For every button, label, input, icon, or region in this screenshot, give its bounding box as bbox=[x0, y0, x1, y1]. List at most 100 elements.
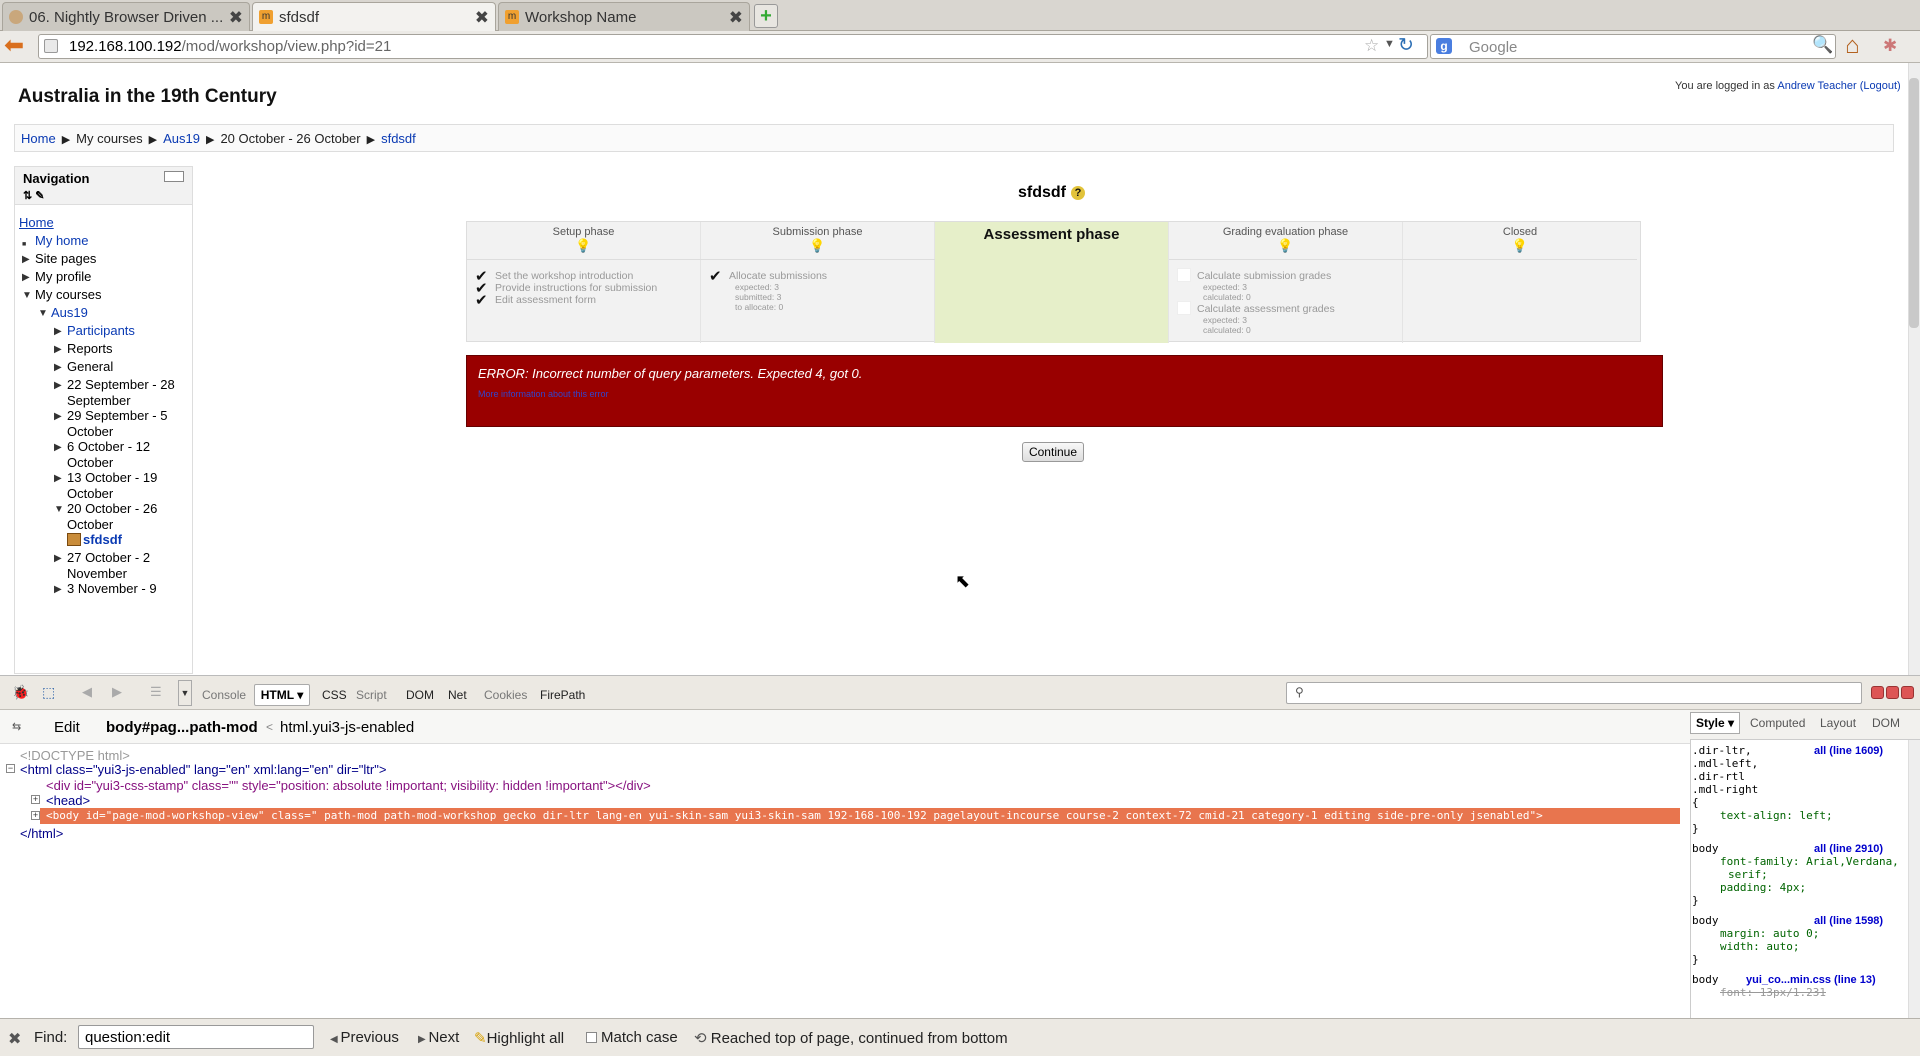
find-input[interactable]: question:edit bbox=[78, 1025, 314, 1049]
nav-week-13oct[interactable]: ▶ 13 October - 19 October bbox=[54, 470, 187, 502]
tab-css[interactable]: CSS bbox=[322, 688, 347, 702]
move-block-icon[interactable]: ⇅ ✎ bbox=[23, 189, 45, 202]
tab-script[interactable]: Script bbox=[356, 688, 387, 702]
html-line-body-selected[interactable]: <body id="page-mod-workshop-view" class=… bbox=[40, 808, 1680, 824]
expand-node-icon[interactable]: + bbox=[31, 795, 40, 804]
close-tab-icon[interactable]: ✖ bbox=[729, 8, 743, 28]
css-source-link[interactable]: all (line 1609) bbox=[1814, 745, 1883, 757]
site-identity-icon[interactable] bbox=[44, 39, 58, 53]
firebug-icon[interactable]: 🐞 bbox=[12, 684, 29, 701]
list-icon[interactable]: ☰ bbox=[150, 684, 162, 700]
path-parent-node[interactable]: html.yui3-js-enabled bbox=[280, 719, 414, 736]
dock-block-icon[interactable] bbox=[164, 171, 184, 182]
tab-firepath[interactable]: FirePath bbox=[540, 688, 585, 702]
nav-week-29sep[interactable]: ▶ 29 September - 5 October bbox=[54, 408, 187, 440]
tab-nightly[interactable]: 06. Nightly Browser Driven ... ✖ bbox=[2, 2, 250, 31]
nav-home[interactable]: Home bbox=[19, 215, 54, 231]
css-property[interactable]: text-align: left; bbox=[1720, 809, 1833, 822]
expand-node-icon[interactable]: + bbox=[31, 811, 40, 820]
tab-side-dom[interactable]: DOM bbox=[1872, 716, 1900, 730]
find-next-button[interactable]: ▶ Next bbox=[418, 1029, 459, 1046]
highlight-all-button[interactable]: ✎Highlight all bbox=[474, 1029, 564, 1047]
back-arrow-icon[interactable]: ⬅ bbox=[4, 34, 30, 59]
search-engine-icon[interactable]: g bbox=[1436, 38, 1452, 54]
close-tab-icon[interactable]: ✖ bbox=[475, 8, 489, 28]
nav-my-home[interactable]: ■ My home bbox=[22, 233, 88, 249]
tab-html[interactable]: HTML ▾ bbox=[254, 684, 310, 706]
url-bar[interactable]: 192.168.100.192/mod/workshop/view.php?id… bbox=[38, 34, 1428, 59]
error-more-info-link[interactable]: More information about this error bbox=[478, 389, 1662, 399]
nav-course-aus19[interactable]: ▼ Aus19 bbox=[38, 305, 88, 321]
inspect-icon[interactable]: ⬚ bbox=[42, 684, 55, 701]
minimize-icon[interactable] bbox=[1871, 686, 1884, 699]
logout-link[interactable]: (Logout) bbox=[1860, 80, 1901, 92]
nav-week-6oct[interactable]: ▶ 6 October - 12 October bbox=[54, 439, 187, 471]
tab-dom[interactable]: DOM bbox=[406, 688, 434, 702]
search-icon[interactable]: 🔍 bbox=[1812, 35, 1833, 55]
breadcrumb-course[interactable]: Aus19 bbox=[163, 131, 200, 146]
css-property[interactable]: margin: auto 0; bbox=[1720, 927, 1819, 940]
task-label[interactable]: Provide instructions for submission bbox=[495, 282, 657, 294]
edit-button[interactable]: Edit bbox=[54, 719, 80, 736]
css-property[interactable]: font-family: Arial,Verdana, bbox=[1720, 855, 1899, 868]
detach-icon[interactable] bbox=[1886, 686, 1899, 699]
path-current-node[interactable]: body#pag...path-mod bbox=[106, 719, 258, 736]
tab-computed[interactable]: Computed bbox=[1750, 716, 1805, 730]
nav-week-3nov[interactable]: ▶ 3 November - 9 bbox=[54, 581, 187, 597]
close-findbar-icon[interactable]: ✖ bbox=[8, 1029, 21, 1049]
breadcrumb-workshop[interactable]: sfdsdf bbox=[381, 131, 416, 146]
css-source-link[interactable]: all (line 2910) bbox=[1814, 843, 1883, 855]
back-icon[interactable]: ◀ bbox=[82, 684, 92, 700]
html-line-html[interactable]: <html class="yui3-js-enabled" lang="en" … bbox=[20, 762, 386, 777]
find-previous-button[interactable]: ◀ Previous bbox=[330, 1029, 399, 1046]
path-scroll-icon[interactable]: ⇆ bbox=[12, 720, 21, 733]
reload-icon[interactable]: ↻ bbox=[1398, 34, 1414, 57]
collapse-node-icon[interactable]: − bbox=[6, 764, 15, 773]
tab-sfdsdf[interactable]: m sfdsdf ✖ bbox=[252, 2, 496, 32]
nav-participants[interactable]: ▶ Participants bbox=[54, 323, 135, 339]
web-search-input[interactable]: Google bbox=[1430, 34, 1836, 59]
nav-site-pages[interactable]: ▶ Site pages bbox=[22, 251, 96, 267]
new-tab-button[interactable]: + bbox=[754, 4, 778, 28]
help-icon[interactable]: ? bbox=[1071, 186, 1085, 200]
nav-my-profile[interactable]: ▶ My profile bbox=[22, 269, 91, 285]
nav-week-22sep[interactable]: ▶ 22 September - 28 September bbox=[54, 377, 187, 409]
css-source-link[interactable]: yui_co...min.css (line 13) bbox=[1746, 974, 1876, 986]
switch-phase-bulb-icon[interactable]: 💡 bbox=[467, 238, 700, 254]
close-firebug-icon[interactable] bbox=[1901, 686, 1914, 699]
nav-reports[interactable]: ▶ Reports bbox=[54, 341, 113, 357]
panel-menu-icon[interactable]: ▼ bbox=[178, 680, 192, 706]
history-dropdown-icon[interactable]: ▼ bbox=[1384, 38, 1395, 50]
switch-phase-bulb-icon[interactable]: 💡 bbox=[1403, 238, 1637, 254]
firebug-search-input[interactable]: ⚲ bbox=[1286, 682, 1862, 704]
user-link[interactable]: Andrew Teacher bbox=[1777, 80, 1856, 92]
nav-my-courses[interactable]: ▼ My courses bbox=[22, 287, 101, 303]
task-label[interactable]: Edit assessment form bbox=[495, 294, 596, 306]
tab-cookies[interactable]: Cookies bbox=[484, 688, 527, 702]
task-label[interactable]: Set the workshop introduction bbox=[495, 270, 633, 282]
switch-phase-bulb-icon[interactable]: 💡 bbox=[1169, 238, 1402, 254]
home-icon[interactable]: ⌂ bbox=[1845, 32, 1860, 60]
addon-icon[interactable]: ✱ bbox=[1883, 36, 1897, 56]
bookmark-star-icon[interactable]: ☆ bbox=[1364, 36, 1379, 56]
switch-phase-bulb-icon[interactable]: 💡 bbox=[701, 238, 934, 254]
tab-style[interactable]: Style ▾ bbox=[1690, 712, 1740, 734]
breadcrumb-home[interactable]: Home bbox=[21, 131, 56, 146]
forward-icon[interactable]: ▶ bbox=[112, 684, 122, 700]
task-label[interactable]: Calculate submission grades bbox=[1197, 270, 1331, 282]
match-case-checkbox[interactable]: Match case bbox=[586, 1029, 678, 1046]
close-tab-icon[interactable]: ✖ bbox=[229, 8, 243, 28]
page-scrollbar-thumb[interactable] bbox=[1909, 78, 1919, 328]
nav-workshop-sfdsdf[interactable]: sfdsdf bbox=[67, 532, 122, 548]
css-property-overridden[interactable]: font: 13px/1.231 bbox=[1720, 986, 1826, 999]
tab-workshop-name[interactable]: m Workshop Name ✖ bbox=[498, 2, 750, 31]
css-property[interactable]: width: auto; bbox=[1720, 940, 1799, 953]
tab-net[interactable]: Net bbox=[448, 688, 467, 702]
task-label[interactable]: Calculate assessment grades bbox=[1197, 303, 1335, 315]
nav-week-27oct[interactable]: ▶ 27 October - 2 November bbox=[54, 550, 187, 582]
css-property[interactable]: padding: 4px; bbox=[1720, 881, 1806, 894]
html-line-div[interactable]: <div id="yui3-css-stamp" class="" style=… bbox=[46, 778, 651, 793]
side-panel-scrollbar[interactable] bbox=[1908, 740, 1920, 1018]
tab-layout[interactable]: Layout bbox=[1820, 716, 1856, 730]
continue-button[interactable]: Continue bbox=[1022, 442, 1084, 462]
